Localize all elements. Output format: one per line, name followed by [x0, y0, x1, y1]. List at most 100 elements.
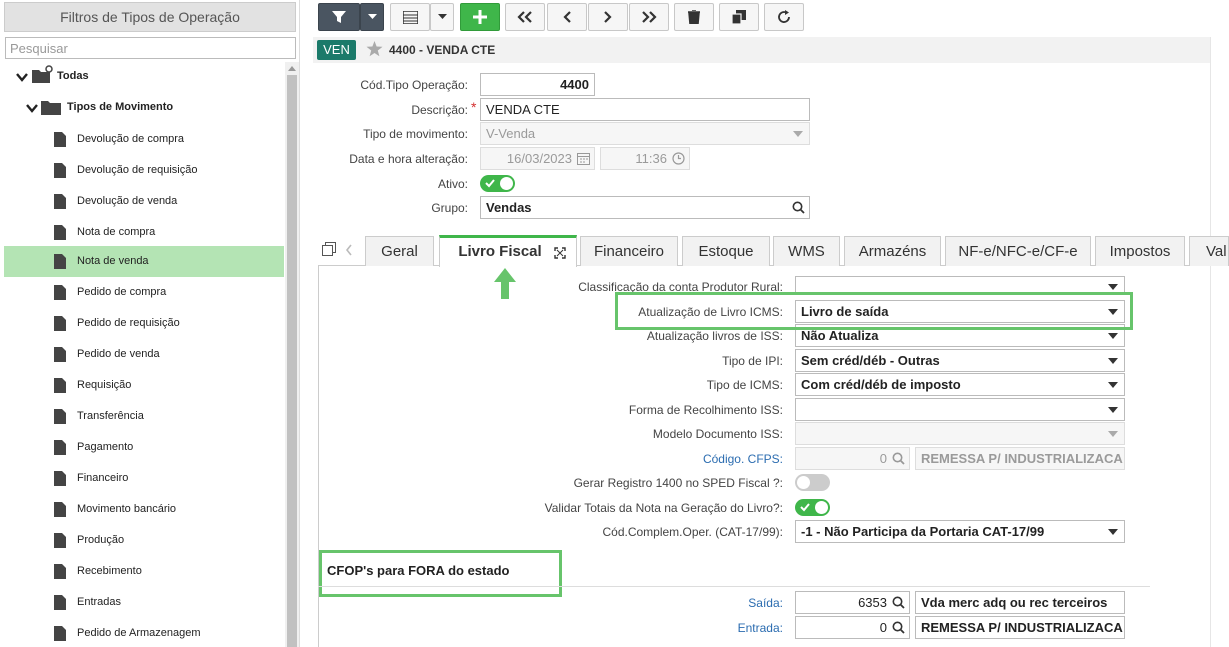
scroll-up-icon[interactable] [287, 64, 297, 72]
codigo-cfps-label[interactable]: Código. CFPS: [483, 452, 783, 466]
tab-financeiro[interactable]: Financeiro [580, 236, 678, 266]
tree-label: Nota de venda [77, 255, 149, 267]
forma-recolhimento-select[interactable] [795, 398, 1125, 421]
tree-node-devolucao-de-requisicao[interactable]: Devolução de requisição [4, 155, 284, 186]
tipo-icms-label: Tipo de ICMS: [706, 378, 783, 392]
tree-node-nota-de-venda[interactable]: Nota de venda [4, 246, 284, 277]
saida-cfop-input[interactable]: 6353 [795, 591, 910, 614]
filter-icon [332, 11, 346, 23]
document-icon [54, 440, 66, 455]
tree-node-producao[interactable]: Produção [4, 525, 284, 556]
tree-node-pedido-de-venda[interactable]: Pedido de venda [4, 339, 284, 370]
filter-button[interactable] [318, 3, 360, 31]
next-record-button[interactable] [588, 3, 628, 31]
tree-node-transferencia[interactable]: Transferência [4, 401, 284, 432]
tree-node-recebimento[interactable]: Recebimento [4, 556, 284, 587]
tab-wms[interactable]: WMS [773, 236, 840, 266]
grupo-input[interactable]: Vendas [480, 196, 810, 219]
refresh-icon [778, 10, 790, 23]
entrada-cfop-input[interactable]: 0 [795, 616, 910, 639]
tab-geral[interactable]: Geral [365, 236, 434, 266]
tree-label: Recebimento [77, 565, 142, 577]
descricao-label: Descrição: [411, 103, 468, 117]
tree-label: Pagamento [77, 441, 134, 453]
document-icon [54, 347, 66, 362]
folder-icon [41, 101, 61, 115]
document-icon [54, 225, 66, 240]
refresh-button[interactable] [764, 3, 804, 31]
highlight-icms-box [615, 292, 1133, 330]
last-icon [642, 11, 657, 23]
forma-recolhimento-label: Forma de Recolhimento ISS: [628, 403, 783, 417]
grupo-label: Grupo: [431, 201, 468, 215]
chevron-down-icon [1108, 333, 1118, 339]
calendar-icon [577, 153, 590, 165]
view-list-button[interactable] [390, 3, 430, 31]
tree-node-entradas[interactable]: Entradas [4, 587, 284, 618]
tree-node-requisicao[interactable]: Requisição [4, 370, 284, 401]
document-icon [54, 502, 66, 517]
duplicate-button[interactable] [719, 3, 759, 31]
tab-val[interactable]: Val [1189, 236, 1229, 266]
new-window-icon[interactable] [322, 242, 336, 256]
tree-node-todas[interactable]: Todas [4, 62, 284, 93]
tree-node-devolucao-de-venda[interactable]: Devolução de venda [4, 186, 284, 217]
ativo-toggle[interactable] [480, 175, 515, 192]
tree-node-movimento-bancario[interactable]: Movimento bancário [4, 494, 284, 525]
sidebar-search-input[interactable] [5, 37, 296, 59]
tree-node-financeiro[interactable]: Financeiro [4, 463, 284, 494]
cod-complem-select[interactable]: -1 - Não Participa da Portaria CAT-17/99 [795, 520, 1125, 543]
saida-label[interactable]: Saída: [583, 596, 783, 610]
last-record-button[interactable] [629, 3, 669, 31]
tab-estoque[interactable]: Estoque [682, 236, 770, 266]
copy-icon [732, 10, 746, 24]
first-record-button[interactable] [505, 3, 545, 31]
delete-button[interactable] [674, 3, 714, 31]
tree-label: Devolução de requisição [77, 164, 198, 176]
search-icon[interactable] [892, 596, 905, 609]
tab-nfe[interactable]: NF-e/NFC-e/CF-e [945, 236, 1091, 266]
view-dropdown-button[interactable] [430, 3, 454, 31]
chevron-down-icon[interactable] [26, 102, 38, 114]
tab-livro-fiscal[interactable]: Livro Fiscal [439, 235, 577, 267]
prev-record-button[interactable] [547, 3, 587, 31]
document-icon [54, 378, 66, 393]
next-icon [604, 11, 612, 23]
entrada-label[interactable]: Entrada: [583, 621, 783, 635]
tipo-movimento-label: Tipo de movimento: [363, 127, 468, 141]
sidebar-title: Filtros de Tipos de Operação [4, 2, 296, 32]
cod-complem-value: -1 - Não Participa da Portaria CAT-17/99 [801, 524, 1045, 539]
filter-dropdown-button[interactable] [360, 3, 384, 31]
tree-label: Entradas [77, 596, 122, 608]
tree-node-tipos-de-movimento[interactable]: Tipos de Movimento [4, 93, 284, 124]
tree-node-nota-de-compra[interactable]: Nota de compra [4, 217, 284, 248]
validar-totais-toggle[interactable] [795, 499, 830, 516]
tree-node-pagamento[interactable]: Pagamento [4, 432, 284, 463]
search-icon[interactable] [892, 621, 905, 634]
search-icon[interactable] [792, 201, 805, 214]
chevron-down-icon[interactable] [16, 71, 28, 83]
chevron-left-icon[interactable] [345, 244, 353, 256]
check-icon [800, 503, 810, 512]
chevron-down-icon [1108, 358, 1118, 364]
document-icon [54, 626, 66, 641]
gerar-registro-toggle[interactable] [795, 474, 830, 491]
add-button[interactable] [460, 3, 500, 31]
descricao-input[interactable]: VENDA CTE [480, 98, 810, 121]
star-icon[interactable] [366, 41, 383, 57]
document-icon [54, 533, 66, 548]
tab-armazens[interactable]: Armazéns [844, 236, 941, 266]
codigo-cfps-value: 0 [879, 451, 887, 466]
tipo-icms-select[interactable]: Com créd/déb de imposto [795, 373, 1125, 396]
cod-input[interactable]: 4400 [480, 73, 595, 96]
tab-impostos[interactable]: Impostos [1095, 236, 1185, 266]
tree-label: Pedido de venda [77, 348, 160, 360]
tree-node-devolucao-de-compra[interactable]: Devolução de compra [4, 124, 284, 155]
tree-node-pedido-de-armazenagem[interactable]: Pedido de Armazenagem [4, 618, 284, 647]
required-icon: * [471, 99, 477, 115]
tipo-ipi-select[interactable]: Sem créd/déb - Outras [795, 349, 1125, 372]
expand-icon[interactable] [554, 247, 566, 259]
tree-node-pedido-de-compra[interactable]: Pedido de compra [4, 277, 284, 308]
toggle-knob [797, 476, 810, 489]
tree-node-pedido-de-requisicao[interactable]: Pedido de requisição [4, 308, 284, 339]
